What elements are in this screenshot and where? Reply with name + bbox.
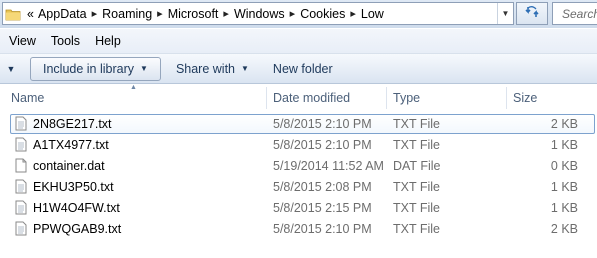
file-type: TXT File	[393, 221, 440, 236]
file-type: TXT File	[393, 116, 440, 131]
blank-file-icon	[14, 155, 28, 176]
address-bar-row: « AppData ▸ Roaming ▸ Microsoft ▸ Window…	[0, 0, 597, 28]
text-file-icon	[14, 113, 28, 134]
file-size: 1 KB	[550, 179, 578, 194]
column-header-type[interactable]: Type	[393, 85, 420, 111]
text-file-icon	[14, 176, 28, 197]
file-row[interactable]: PPWQGAB9.txt 5/8/2015 2:10 PM TXT File 2…	[0, 218, 597, 239]
include-in-library-label: Include in library	[43, 61, 135, 76]
file-size: 1 KB	[550, 200, 578, 215]
chevron-down-icon: ▼	[140, 64, 148, 73]
include-in-library-button[interactable]: Include in library ▼	[30, 56, 161, 81]
file-date: 5/8/2015 2:10 PM	[273, 221, 372, 236]
file-name: A1TX4977.txt	[33, 137, 109, 152]
breadcrumb-overflow[interactable]: «	[23, 7, 38, 21]
new-folder-label: New folder	[272, 61, 333, 76]
breadcrumb-item[interactable]: Microsoft	[168, 7, 219, 21]
menu-view[interactable]: View	[9, 34, 36, 48]
file-name: container.dat	[33, 158, 105, 173]
file-name: 2N8GE217.txt	[33, 116, 112, 131]
column-divider[interactable]	[266, 87, 267, 109]
breadcrumb: « AppData ▸ Roaming ▸ Microsoft ▸ Window…	[23, 3, 384, 24]
file-row[interactable]: A1TX4977.txt 5/8/2015 2:10 PM TXT File 1…	[0, 134, 597, 155]
file-name: PPWQGAB9.txt	[33, 221, 122, 236]
refresh-button[interactable]	[516, 2, 548, 25]
breadcrumb-item[interactable]: Cookies	[300, 7, 345, 21]
file-type: TXT File	[393, 179, 440, 194]
column-header-date[interactable]: Date modified	[273, 85, 350, 111]
breadcrumb-item[interactable]: AppData	[38, 7, 87, 21]
search-placeholder: Search	[562, 6, 597, 21]
sort-ascending-icon: ▲	[130, 84, 137, 91]
column-divider[interactable]	[386, 87, 387, 109]
breadcrumb-item[interactable]: Low	[361, 7, 384, 21]
file-date: 5/8/2015 2:10 PM	[273, 137, 372, 152]
file-name: H1W4O4FW.txt	[33, 200, 120, 215]
file-type: TXT File	[393, 137, 440, 152]
menu-bar: View Tools Help	[0, 29, 597, 54]
file-size: 2 KB	[550, 221, 578, 236]
refresh-icon	[525, 5, 539, 22]
file-row[interactable]: EKHU3P50.txt 5/8/2015 2:08 PM TXT File 1…	[0, 176, 597, 197]
file-date: 5/8/2015 2:08 PM	[273, 179, 372, 194]
chevron-right-icon[interactable]: ▸	[218, 7, 234, 20]
breadcrumb-item[interactable]: Windows	[234, 7, 285, 21]
file-size: 1 KB	[550, 137, 578, 152]
file-size: 0 KB	[550, 158, 578, 173]
file-date: 5/19/2014 11:52 AM	[273, 158, 384, 173]
column-header-row: ▲ Name Date modified Type Size	[0, 84, 597, 111]
file-name: EKHU3P50.txt	[33, 179, 114, 194]
command-bar: ▼ Include in library ▼ Share with ▼ New …	[0, 54, 597, 84]
search-input[interactable]: Search	[552, 2, 597, 25]
breadcrumb-item[interactable]: Roaming	[102, 7, 152, 21]
address-history-dropdown[interactable]: ▼	[497, 3, 513, 24]
address-bar[interactable]: « AppData ▸ Roaming ▸ Microsoft ▸ Window…	[2, 2, 514, 25]
chevron-right-icon[interactable]: ▸	[345, 7, 361, 20]
text-file-icon	[14, 218, 28, 239]
file-type: TXT File	[393, 200, 440, 215]
menu-help[interactable]: Help	[95, 34, 121, 48]
chevron-down-icon: ▼	[241, 64, 249, 73]
new-folder-button[interactable]: New folder	[264, 57, 342, 81]
file-row[interactable]: H1W4O4FW.txt 5/8/2015 2:15 PM TXT File 1…	[0, 197, 597, 218]
file-type: DAT File	[393, 158, 441, 173]
chevron-right-icon[interactable]: ▸	[87, 7, 103, 20]
file-row[interactable]: 2N8GE217.txt 5/8/2015 2:10 PM TXT File 2…	[0, 113, 597, 134]
column-header-size[interactable]: Size	[513, 85, 537, 111]
share-with-button[interactable]: Share with ▼	[167, 57, 258, 81]
menu-tools[interactable]: Tools	[51, 34, 80, 48]
folder-icon	[3, 3, 23, 24]
chevron-right-icon[interactable]: ▸	[152, 7, 168, 20]
organize-dropdown-arrow[interactable]: ▼	[0, 64, 22, 74]
chevron-right-icon[interactable]: ▸	[285, 7, 301, 20]
file-row[interactable]: container.dat 5/19/2014 11:52 AM DAT Fil…	[0, 155, 597, 176]
share-with-label: Share with	[175, 61, 235, 76]
file-list: 2N8GE217.txt 5/8/2015 2:10 PM TXT File 2…	[0, 113, 597, 239]
text-file-icon	[14, 134, 28, 155]
text-file-icon	[14, 197, 28, 218]
column-header-name[interactable]: Name	[11, 85, 44, 111]
file-date: 5/8/2015 2:10 PM	[273, 116, 372, 131]
column-divider[interactable]	[506, 87, 507, 109]
file-date: 5/8/2015 2:15 PM	[273, 200, 372, 215]
file-size: 2 KB	[550, 116, 578, 131]
